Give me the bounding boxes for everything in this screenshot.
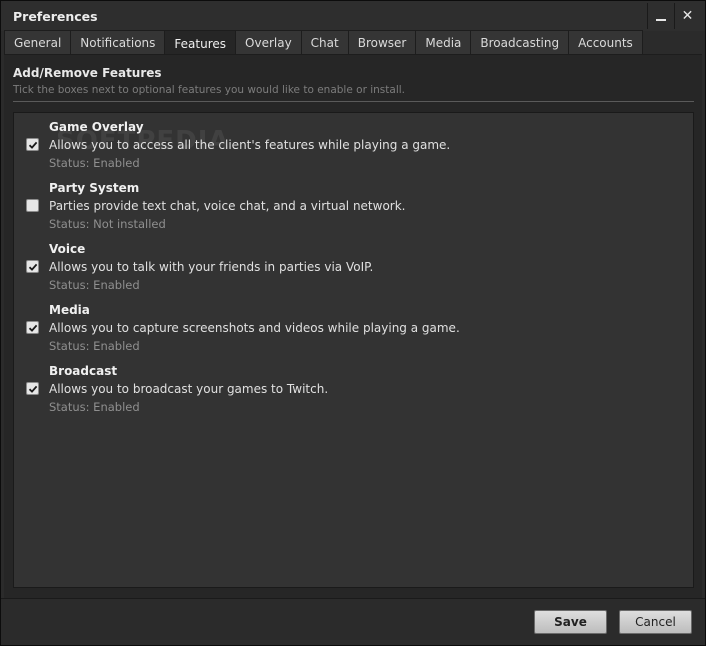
feature-item: Media Allows you to capture screenshots a… (14, 298, 693, 356)
feature-name: Broadcast (49, 364, 118, 378)
tab-broadcasting[interactable]: Broadcasting (470, 30, 570, 55)
feature-description: Allows you to broadcast your games to Tw… (49, 382, 329, 396)
feature-description: Parties provide text chat, voice chat, a… (49, 199, 406, 213)
tab-browser[interactable]: Browser (347, 30, 417, 55)
feature-item: Party System Parties provide text chat, v… (14, 176, 693, 234)
feature-status: Status: Not installed (49, 217, 166, 231)
minimize-button[interactable] (647, 3, 673, 29)
section-divider (13, 101, 694, 102)
section-title: Add/Remove Features (13, 66, 162, 80)
feature-name: Voice (49, 242, 86, 256)
tab-features[interactable]: Features (164, 30, 237, 56)
feature-checkbox[interactable] (26, 382, 39, 395)
feature-item: Voice Allows you to talk with your friend… (14, 237, 693, 295)
tab-media[interactable]: Media (415, 30, 472, 55)
feature-status: Status: Enabled (49, 278, 140, 292)
feature-item: Game Overlay Allows you to access all the… (14, 115, 693, 173)
checkmark-icon (28, 141, 37, 149)
tab-notifications[interactable]: Notifications (70, 30, 166, 55)
feature-description: Allows you to talk with your friends in … (49, 260, 374, 274)
feature-description: Allows you to access all the client's fe… (49, 138, 451, 152)
section-subtitle: Tick the boxes next to optional features… (13, 84, 405, 96)
tab-overlay[interactable]: Overlay (235, 30, 302, 55)
feature-checkbox[interactable] (26, 321, 39, 334)
feature-status: Status: Enabled (49, 400, 140, 414)
feature-checkbox[interactable] (26, 260, 39, 273)
tab-general[interactable]: General (4, 30, 72, 55)
save-button[interactable]: Save (534, 610, 607, 634)
feature-status: Status: Enabled (49, 339, 140, 353)
feature-name: Media (49, 303, 90, 317)
feature-description: Allows you to capture screenshots and vi… (49, 321, 460, 335)
dialog-footer: Save Cancel (1, 598, 705, 645)
cancel-button[interactable]: Cancel (619, 610, 692, 634)
feature-name: Party System (49, 181, 140, 195)
checkmark-icon (28, 263, 37, 271)
close-button[interactable]: ✕ (674, 3, 700, 29)
minimize-icon (655, 19, 666, 21)
feature-status: Status: Enabled (49, 156, 140, 170)
checkmark-icon (28, 324, 37, 332)
feature-item: Broadcast Allows you to broadcast your ga… (14, 359, 693, 417)
feature-checkbox[interactable] (26, 138, 39, 151)
features-panel: Add/Remove Features Tick the boxes next … (4, 55, 702, 598)
tab-bar: General Notifications Features Overlay Chat B… (4, 30, 643, 56)
tab-accounts[interactable]: Accounts (568, 30, 643, 55)
tab-chat[interactable]: Chat (300, 30, 349, 55)
close-icon: ✕ (681, 8, 694, 24)
title-bar: Preferences ✕ (1, 1, 705, 31)
feature-list: SOFTPEDIA Game Overlay Allows you to acce… (13, 112, 694, 588)
feature-name: Game Overlay (49, 120, 144, 134)
window-title: Preferences (13, 9, 98, 24)
preferences-window: Preferences ✕ General Notifications Featur… (0, 0, 706, 646)
checkmark-icon (28, 385, 37, 393)
feature-checkbox[interactable] (26, 199, 39, 212)
